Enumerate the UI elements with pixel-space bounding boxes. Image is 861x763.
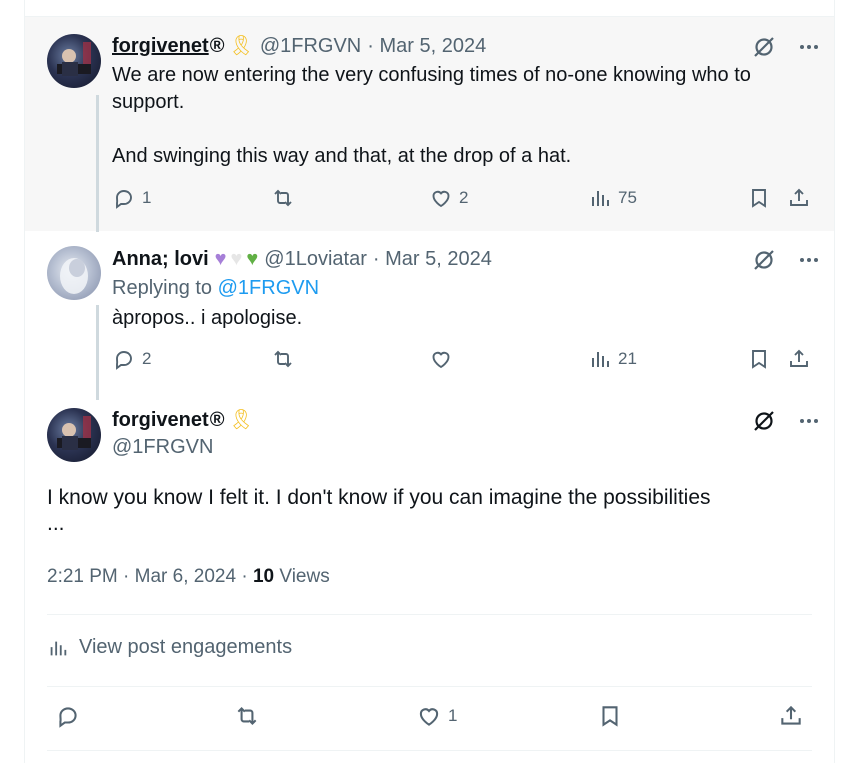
view-count: 21	[618, 349, 637, 368]
tweet-actions: 1 2 75	[25, 186, 834, 216]
reply-button[interactable]	[55, 703, 81, 729]
view-count: 75	[618, 188, 637, 207]
tweet-text-line: And swinging this way and that, at the d…	[112, 145, 572, 167]
avatar[interactable]	[47, 34, 101, 88]
views-icon	[592, 191, 609, 206]
like-icon	[419, 708, 439, 726]
share-icon	[790, 349, 808, 367]
tweet-text-line: support.	[112, 91, 185, 113]
tweet-text: We are now entering the very confusing t…	[112, 62, 751, 170]
handle[interactable]: @1Loviatar	[264, 247, 367, 271]
repost-icon	[274, 189, 292, 207]
ribbon-icon: 🎗	[228, 35, 254, 57]
like-icon	[432, 190, 450, 208]
tweet-text-line: We are now entering the very confusing t…	[112, 64, 751, 86]
replying-prefix: Replying to	[112, 277, 213, 299]
reply-icon	[116, 351, 132, 370]
bookmark-icon	[602, 706, 618, 727]
reply-button[interactable]: 2	[112, 347, 151, 371]
like-count: 1	[448, 706, 458, 725]
more-icon[interactable]	[798, 36, 820, 63]
view-engagements-label: View post engagements	[79, 636, 293, 658]
registered-badge: ®	[209, 409, 225, 431]
white-heart-icon: ♥	[230, 248, 243, 270]
more-icon[interactable]	[798, 249, 820, 276]
handle[interactable]: @1FRGVN	[112, 435, 213, 459]
share-icon	[781, 705, 801, 725]
green-heart-icon: ♥	[246, 248, 259, 270]
repost-button[interactable]	[234, 703, 260, 729]
bookmark-button[interactable]	[597, 703, 623, 729]
reply-icon	[116, 190, 132, 209]
like-icon	[432, 351, 450, 369]
grok-icon[interactable]	[752, 35, 776, 64]
like-button[interactable]: 2	[429, 186, 468, 210]
tweet-header-actions	[752, 409, 820, 438]
grok-icon[interactable]	[752, 409, 776, 438]
reply-icon	[59, 707, 77, 728]
repost-icon	[237, 706, 257, 726]
like-count: 2	[459, 188, 469, 207]
share-button[interactable]	[787, 347, 811, 371]
post-time[interactable]: 2:21 PM · Mar 6, 2024 ·	[47, 566, 248, 587]
repost-button[interactable]	[271, 347, 295, 371]
share-button[interactable]	[787, 186, 811, 210]
tweet-header: forgivenet ® 🎗 @1FRGVN · Mar 5, 2024	[112, 34, 486, 58]
repost-button[interactable]	[271, 186, 295, 210]
display-name[interactable]: forgivenet	[112, 34, 209, 58]
repost-icon	[274, 350, 292, 368]
divider	[47, 614, 812, 615]
handle[interactable]: @1FRGVN	[260, 34, 361, 58]
avatar[interactable]	[47, 246, 101, 300]
reply-count: 2	[142, 349, 152, 368]
more-icon[interactable]	[798, 410, 820, 437]
registered-badge: ®	[209, 35, 225, 57]
views-count: 10	[252, 566, 275, 587]
grok-icon[interactable]	[752, 248, 776, 277]
like-button[interactable]	[429, 347, 453, 371]
view-engagements-link[interactable]: View post engagements	[47, 636, 292, 659]
views-icon	[592, 352, 609, 367]
tweet-header: forgivenet ® 🎗	[112, 408, 254, 432]
views-button[interactable]: 75	[588, 186, 637, 210]
tweet-header-actions	[752, 248, 820, 277]
conversation-column: forgivenet ® 🎗 @1FRGVN · Mar 5, 2024 We …	[24, 0, 835, 763]
main-tweet-text: I know you know I felt it. I don't know …	[47, 482, 711, 534]
bookmark-icon	[752, 350, 766, 369]
divider	[47, 750, 812, 751]
display-name[interactable]: forgivenet	[112, 408, 209, 432]
share-icon	[790, 188, 808, 206]
avatar[interactable]	[47, 408, 101, 462]
timestamp[interactable]: · Mar 5, 2024	[367, 34, 486, 58]
tweet-header-actions	[752, 35, 820, 64]
bookmark-button[interactable]	[747, 186, 771, 210]
bookmark-button[interactable]	[747, 347, 771, 371]
share-button[interactable]	[778, 703, 804, 729]
tweet-actions: 2 21	[25, 347, 834, 377]
tweet-text: àpropos.. i apologise.	[112, 307, 303, 329]
timestamp[interactable]: · Mar 5, 2024	[373, 247, 492, 271]
views-icon	[50, 641, 67, 655]
main-tweet-actions: 1	[25, 703, 834, 733]
like-button[interactable]: 1	[416, 703, 457, 729]
tweet-header: Anna; lovi ♥ ♥ ♥ @1Loviatar · Mar 5, 202…	[112, 247, 492, 271]
replying-to: Replying to @1FRGVN	[112, 275, 319, 302]
tweet-text-line: I know you know I felt it. I don't know …	[47, 486, 711, 509]
ribbon-icon: 🎗	[228, 409, 254, 431]
reply-button[interactable]: 1	[112, 186, 151, 210]
views-button[interactable]: 21	[588, 347, 637, 371]
divider	[47, 686, 812, 687]
bookmark-icon	[752, 189, 766, 208]
purple-heart-icon: ♥	[214, 248, 227, 270]
display-name[interactable]: Anna; lovi	[112, 247, 209, 271]
replying-to-link[interactable]: @1FRGVN	[218, 277, 319, 299]
views-label: Views	[279, 566, 330, 587]
tweet-meta: 2:21 PM · Mar 6, 2024 · 10 Views	[47, 566, 330, 588]
tweet-text-line: ...	[47, 512, 65, 535]
reply-count: 1	[142, 188, 152, 207]
